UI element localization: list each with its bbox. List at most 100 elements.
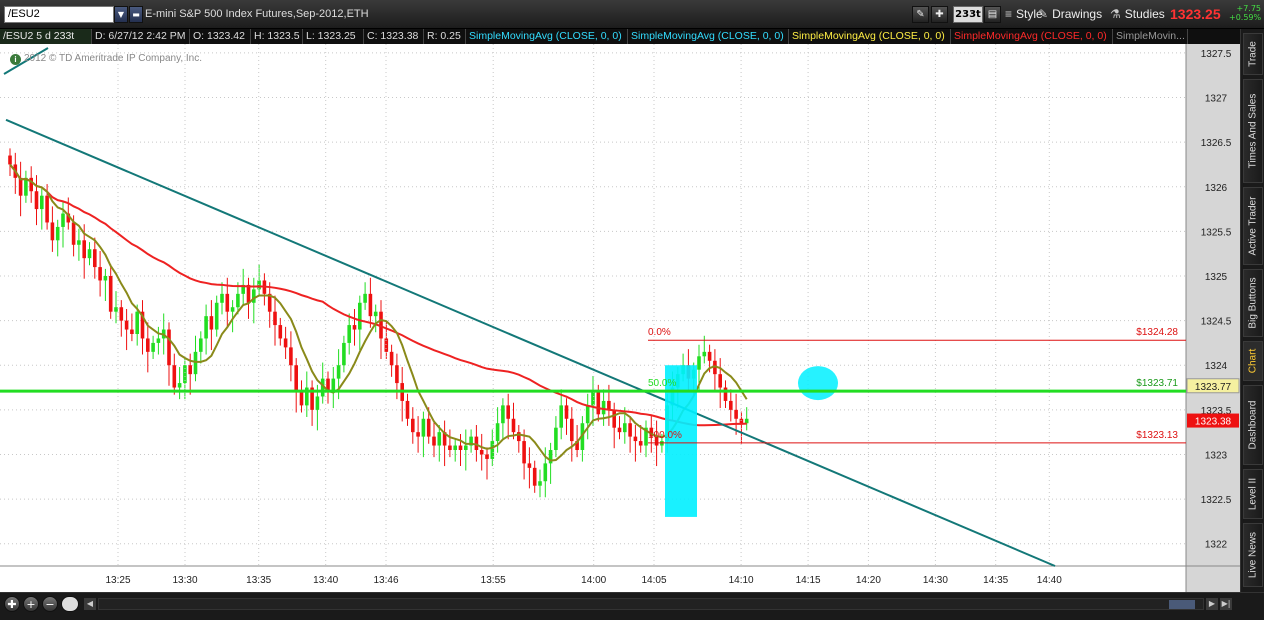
- candle-body: [729, 400, 733, 410]
- scroll-end-icon[interactable]: ▶|: [1220, 598, 1232, 610]
- info-close: C: 1323.38: [364, 29, 424, 44]
- info-range: R: 0.25: [424, 29, 466, 44]
- tab-active-trader[interactable]: Active Trader: [1243, 187, 1263, 265]
- study-label-5[interactable]: SimpleMovin...: [1113, 29, 1188, 44]
- candle-body: [315, 396, 320, 410]
- candle-body: [363, 293, 367, 303]
- candle-body: [437, 432, 442, 446]
- candle-body: [527, 463, 532, 468]
- candle-body: [702, 351, 707, 357]
- crosshair-icon[interactable]: ✚: [931, 6, 948, 23]
- candle-body: [45, 195, 49, 223]
- candle-body: [448, 445, 452, 450]
- fib-percent-label: 100.0%: [648, 430, 682, 441]
- expand-icon[interactable]: ✚: [4, 596, 20, 612]
- chart-bottom-bar: ✚ + − ◀ ▶ ▶|: [0, 592, 1264, 620]
- toolbar: /ESU2 ▼ ▬ E-mini S&P 500 Index Futures,S…: [0, 0, 1264, 29]
- candle-body: [554, 427, 558, 450]
- fib-percent-label: 0.0%: [648, 327, 671, 338]
- candle-body: [585, 405, 590, 424]
- tab-chart-label: Chart: [1247, 348, 1259, 374]
- candle-body: [55, 226, 60, 241]
- x-tick-label: 13:40: [313, 575, 338, 586]
- symbol-lookup-button[interactable]: ▬: [129, 6, 143, 23]
- reset-zoom-button[interactable]: [61, 596, 79, 612]
- zoom-in-icon[interactable]: +: [23, 596, 39, 612]
- studies-menu[interactable]: ⚗ Studies: [1110, 6, 1165, 23]
- candle-body: [464, 445, 468, 450]
- x-tick-label: 14:20: [856, 575, 881, 586]
- tab-chart[interactable]: Chart: [1243, 341, 1263, 381]
- candle-body: [294, 365, 298, 392]
- symbol-dropdown-button[interactable]: ▼: [114, 6, 128, 23]
- tab-big-buttons-label: Big Buttons: [1247, 277, 1259, 329]
- tab-live-news-label: Live News: [1247, 531, 1259, 579]
- zoom-out-icon[interactable]: −: [42, 596, 58, 612]
- x-tick-label: 14:05: [641, 575, 666, 586]
- tab-level-ii[interactable]: Level II: [1243, 469, 1263, 519]
- study-label-4[interactable]: SimpleMovingAvg (CLOSE, 0, 0): [951, 29, 1113, 44]
- x-tick-label: 14:15: [796, 575, 821, 586]
- x-tick-label: 13:30: [172, 575, 197, 586]
- candle-body: [707, 351, 712, 361]
- candle-body: [601, 400, 606, 415]
- wrench-icon[interactable]: ✎: [912, 6, 929, 23]
- drawings-menu[interactable]: ✎ Drawings: [1038, 6, 1102, 23]
- scrollbar-thumb[interactable]: [1169, 600, 1195, 609]
- tab-times-and-sales[interactable]: Times And Sales: [1243, 79, 1263, 183]
- candle-body: [633, 436, 638, 442]
- copyright-notice: i 2012 © TD Ameritrade IP Company, Inc.: [10, 53, 202, 65]
- candle-body: [596, 392, 601, 415]
- chart-canvas[interactable]: 13221322.513231323.513241324.513251325.5…: [0, 44, 1240, 592]
- candle-body: [204, 316, 208, 339]
- x-tick-label: 13:35: [246, 575, 271, 586]
- y-tick-label: 1327: [1205, 94, 1228, 105]
- candle-body: [538, 481, 542, 486]
- candle-body: [8, 155, 12, 165]
- scroll-left-icon[interactable]: ◀: [84, 598, 96, 610]
- candle-body: [347, 325, 351, 343]
- study-label-2[interactable]: SimpleMovingAvg (CLOSE, 0, 0): [628, 29, 789, 44]
- candle-body: [352, 325, 357, 330]
- candle-body: [718, 374, 722, 388]
- candle-body: [522, 441, 526, 464]
- candle-body: [77, 240, 81, 245]
- candle-body: [130, 329, 134, 334]
- fib-price-label: $1323.71: [1136, 378, 1178, 389]
- candle-body: [612, 409, 616, 428]
- candle-body: [225, 293, 230, 312]
- candle-body: [432, 436, 436, 446]
- chart-settings-icon[interactable]: ▤: [984, 6, 1001, 23]
- candle-body: [135, 311, 139, 334]
- tab-active-trader-label: Active Trader: [1247, 196, 1259, 256]
- side-tab-bar: Trade Times And Sales Active Trader Big …: [1240, 29, 1264, 592]
- last-price: 1323.25: [1170, 6, 1221, 22]
- candle-body: [50, 222, 55, 241]
- candle-body: [453, 445, 457, 450]
- candle-body: [458, 445, 463, 450]
- candle-body: [114, 307, 118, 312]
- tab-live-news[interactable]: Live News: [1243, 523, 1263, 587]
- sma-price-tag-text: 1323.77: [1195, 382, 1232, 393]
- tab-trade[interactable]: Trade: [1243, 33, 1263, 75]
- candle-body: [156, 338, 161, 343]
- tab-dashboard[interactable]: Dashboard: [1243, 385, 1263, 465]
- y-tick-label: 1325.5: [1201, 227, 1232, 238]
- candle-body: [570, 418, 574, 442]
- candle-body: [638, 441, 643, 446]
- price-chart[interactable]: 1322 1322.5 1323 1323.5 1324 1324.5 1325 1325.5…: [0, 44, 1240, 592]
- time-scrollbar[interactable]: [98, 598, 1204, 610]
- y-tick-label: 1323: [1205, 450, 1228, 461]
- study-label-3[interactable]: SimpleMovingAvg (CLOSE, 0, 0): [789, 29, 951, 44]
- scroll-right-icon[interactable]: ▶: [1206, 598, 1218, 610]
- symbol-input[interactable]: /ESU2: [4, 6, 114, 23]
- current-price-tag-text: 1323.38: [1195, 417, 1232, 428]
- study-label-1[interactable]: SimpleMovingAvg (CLOSE, 0, 0): [466, 29, 628, 44]
- y-tick-label: 1322: [1205, 540, 1228, 551]
- info-symbol: /ESU2 5 d 233t: [0, 29, 92, 44]
- aggregation-selector[interactable]: 233t: [953, 6, 983, 23]
- x-tick-label: 13:46: [373, 575, 398, 586]
- candle-body: [506, 405, 510, 419]
- tab-big-buttons[interactable]: Big Buttons: [1243, 269, 1263, 337]
- candle-body: [511, 418, 516, 433]
